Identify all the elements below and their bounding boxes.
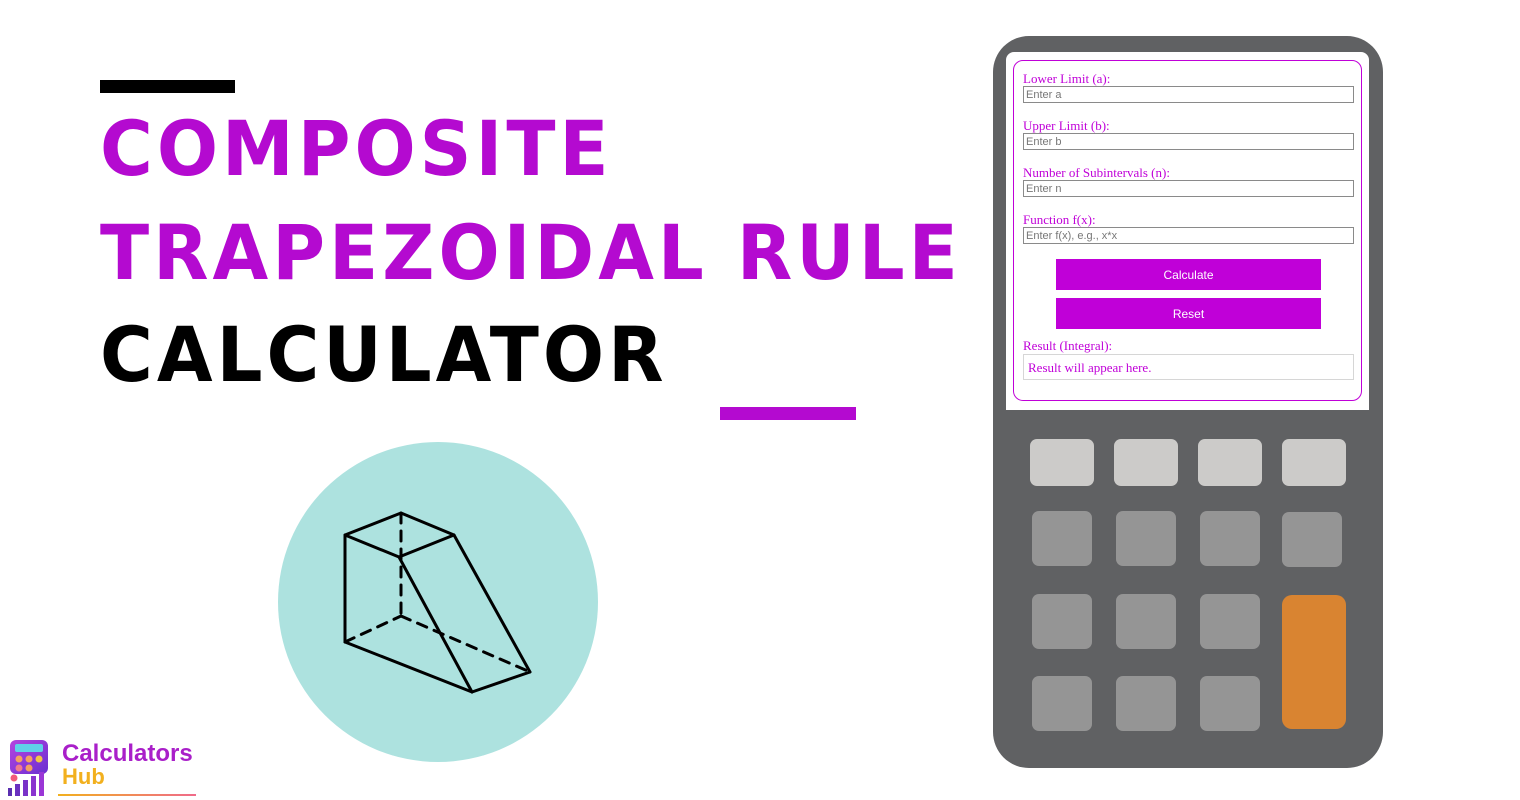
logo-underline [58,794,196,796]
calculator-key [1030,439,1094,486]
lower-limit-label: Lower Limit (a): [1023,71,1111,86]
calculator-key [1282,512,1342,567]
upper-limit-label: Upper Limit (b): [1023,118,1110,133]
calculator-key [1200,594,1260,649]
logo-text-hub: Hub [62,764,105,789]
calculator-key [1198,439,1262,486]
reset-button[interactable]: Reset [1056,298,1321,329]
trapezoidal-prism-icon [343,511,532,694]
lower-limit-input[interactable] [1023,86,1354,103]
subintervals-label: Number of Subintervals (n): [1023,165,1170,180]
page-title-line-3: CALCULATOR [100,310,668,399]
calculate-button[interactable]: Calculate [1056,259,1321,290]
calculator-key [1032,594,1092,649]
function-label: Function f(x): [1023,212,1096,227]
calculator-key [1200,511,1260,566]
calculator-key [1032,511,1092,566]
page-title-line-1: COMPOSITE [100,104,613,193]
calculator-key [1114,439,1178,486]
calculator-key-equals [1282,595,1346,729]
calculator-key [1200,676,1260,731]
decorative-bar-bottom [720,407,856,420]
function-input[interactable] [1023,227,1354,244]
decorative-bar-top [100,80,235,93]
page-title-line-2: TRAPEZOIDAL RULE [100,208,962,297]
calculator-key [1116,594,1176,649]
result-label: Result (Integral): [1023,338,1113,353]
calculators-hub-logo[interactable]: Calculators Hub [6,738,196,798]
calculator-key [1032,676,1092,731]
subintervals-input[interactable] [1023,180,1354,197]
calculator-key [1116,676,1176,731]
upper-limit-input[interactable] [1023,133,1354,150]
calculator-chart-icon [8,740,48,796]
calculator-key [1282,439,1346,486]
trapezoidal-calculator-form: Lower Limit (a): Upper Limit (b): Number… [1013,60,1362,401]
calculator-key [1116,511,1176,566]
result-output: Result will appear here. [1023,354,1354,380]
